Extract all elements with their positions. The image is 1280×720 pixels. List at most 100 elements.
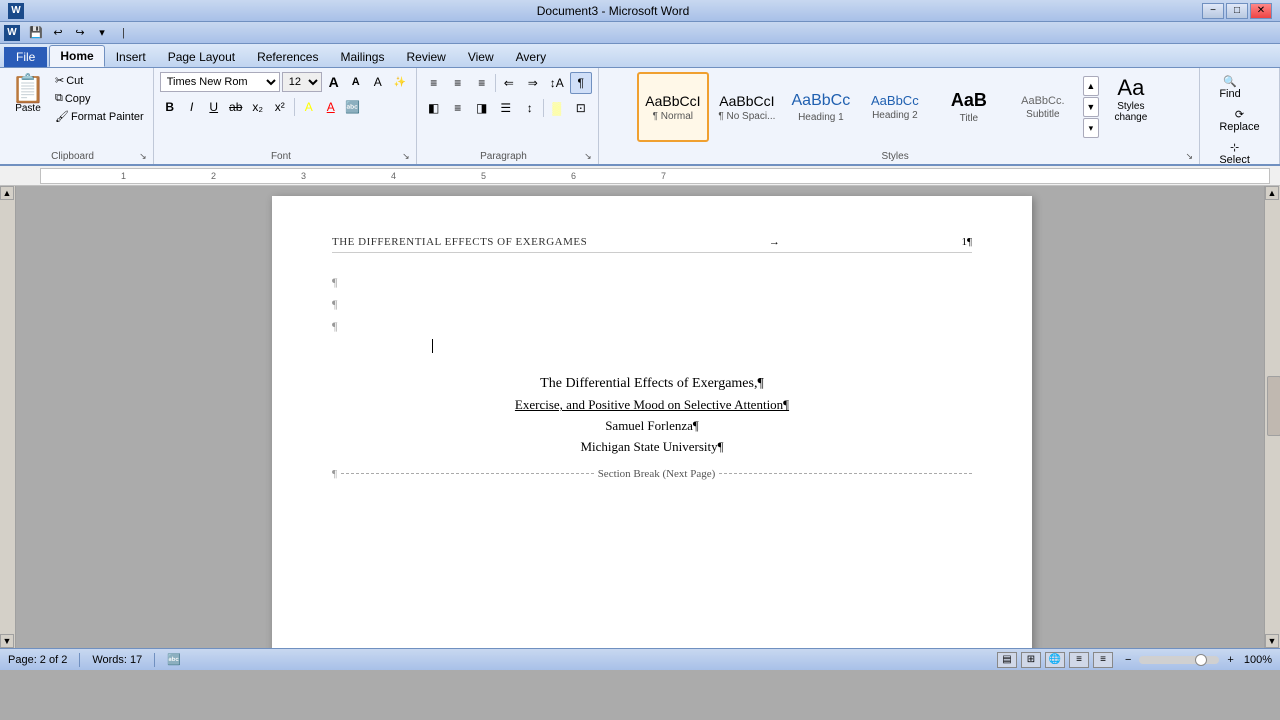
find-label: Find	[1219, 88, 1240, 100]
save-button[interactable]: 💾	[26, 24, 46, 42]
tab-review[interactable]: Review	[395, 46, 456, 67]
app-icon: W	[4, 25, 20, 41]
document-page: THE DIFFERENTIAL EFFECTS OF EXERGAMES → …	[272, 196, 1032, 648]
outline-view-button[interactable]: ≡	[1069, 652, 1089, 668]
scroll-up-button[interactable]: ▲	[1265, 186, 1279, 200]
style-normal[interactable]: AaBbCcI ¶ Normal	[637, 72, 709, 142]
replace-button[interactable]: ⟳ Replace	[1214, 105, 1264, 136]
font-grow-button[interactable]: A	[324, 72, 344, 92]
draft-view-button[interactable]: ≡	[1093, 652, 1113, 668]
align-right-button[interactable]: ◨	[471, 97, 493, 119]
font-clear-button[interactable]: A	[368, 72, 388, 92]
tab-mailings[interactable]: Mailings	[329, 46, 395, 67]
ruler-mark-6: 6	[571, 171, 576, 181]
font-name-select[interactable]: Times New Rom	[160, 72, 280, 92]
editing-content: 🔍 Find ⟳ Replace ⊹ Select	[1214, 72, 1264, 169]
cut-button[interactable]: ✂ Cut	[52, 72, 147, 89]
increase-indent-button[interactable]: ⇒	[522, 72, 544, 94]
styles-scroll-more[interactable]: ▾	[1083, 118, 1099, 138]
justify-button[interactable]: ☰	[495, 97, 517, 119]
multilevel-button[interactable]: ≡	[471, 72, 493, 94]
document-scroll-area[interactable]: THE DIFFERENTIAL EFFECTS OF EXERGAMES → …	[40, 186, 1264, 648]
decrease-indent-button[interactable]: ⇐	[498, 72, 520, 94]
show-marks-button[interactable]: ¶	[570, 72, 592, 94]
superscript-button[interactable]: x²	[270, 97, 290, 117]
copy-icon: ⧉	[55, 92, 63, 105]
minimize-button[interactable]: −	[1202, 3, 1224, 19]
align-left-button[interactable]: ◧	[423, 97, 445, 119]
font-shrink-button[interactable]: A	[346, 72, 366, 92]
font-expand-icon[interactable]: ↘	[402, 151, 410, 162]
zoom-slider[interactable]	[1139, 656, 1219, 664]
web-layout-button[interactable]: 🌐	[1045, 652, 1065, 668]
styles-gallery: AaBbCcI ¶ Normal AaBbCcI ¶ No Spaci... A…	[637, 72, 1099, 142]
align-center-button[interactable]: ≡	[447, 97, 469, 119]
style-no-spacing-preview: AaBbCcI	[719, 93, 774, 109]
shading-button[interactable]: ▓	[546, 97, 568, 119]
style-heading1[interactable]: AaBbCc Heading 1	[785, 72, 857, 142]
font-size-select[interactable]: 12	[282, 72, 322, 92]
paragraph-content: ≡ ≡ ≡ ⇐ ⇒ ↕A ¶ ◧ ≡ ◨ ☰ ↕ ▓ ⊡	[423, 72, 592, 149]
italic-button[interactable]: I	[182, 97, 202, 117]
zoom-in-button[interactable]: +	[1227, 654, 1233, 666]
undo-button[interactable]: ↩	[48, 24, 68, 42]
numbering-button[interactable]: ≡	[447, 72, 469, 94]
strikethrough-button[interactable]: ab	[226, 97, 246, 117]
zoom-out-button[interactable]: −	[1125, 654, 1131, 666]
text-highlight-button[interactable]: A	[299, 97, 319, 117]
restore-button[interactable]: □	[1226, 3, 1248, 19]
scroll-left-up[interactable]: ▲	[0, 186, 14, 200]
tab-insert[interactable]: Insert	[105, 46, 157, 67]
page-info: Page: 2 of 2	[8, 654, 67, 666]
find-button[interactable]: 🔍 Find	[1214, 72, 1245, 103]
styles-expand-icon[interactable]: ↘	[1185, 151, 1193, 162]
print-layout-button[interactable]: ▤	[997, 652, 1017, 668]
style-no-spacing[interactable]: AaBbCcI ¶ No Spaci...	[711, 72, 783, 142]
char-shade-button[interactable]: 🔤	[343, 97, 363, 117]
scroll-left-down[interactable]: ▼	[0, 634, 14, 648]
replace-icon: ⟳	[1235, 108, 1244, 121]
copy-button[interactable]: ⧉ Copy	[52, 90, 147, 107]
select-button[interactable]: ⊹ Select	[1214, 138, 1255, 169]
style-title[interactable]: AaB Title	[933, 72, 1005, 142]
tab-avery[interactable]: Avery	[505, 46, 557, 67]
styles-scroll-down[interactable]: ▼	[1083, 97, 1099, 117]
vertical-scroll: ▲ ▼	[1265, 186, 1280, 648]
close-button[interactable]: ✕	[1250, 3, 1272, 19]
underline-button[interactable]: U	[204, 97, 224, 117]
titlebar-controls: − □ ✕	[1202, 3, 1272, 19]
doc-author-line: Samuel Forlenza¶	[332, 416, 972, 437]
paragraph-expand-icon[interactable]: ↘	[584, 151, 592, 162]
scroll-down-button[interactable]: ▼	[1265, 634, 1279, 648]
zoom-percent[interactable]: 100%	[1244, 654, 1272, 666]
font-group: Times New Rom 12 A A A ✨ B I U ab x₂ x² …	[154, 68, 417, 164]
style-normal-preview: AaBbCcI	[645, 93, 700, 109]
sort-button[interactable]: ↕A	[546, 72, 568, 94]
subscript-button[interactable]: x₂	[248, 97, 268, 117]
bullets-button[interactable]: ≡	[423, 72, 445, 94]
redo-button[interactable]: ↪	[70, 24, 90, 42]
borders-button[interactable]: ⊡	[570, 97, 592, 119]
clipboard-expand-icon[interactable]: ↘	[139, 151, 147, 162]
view-buttons: ▤ ⊞ 🌐 ≡ ≡	[997, 652, 1113, 668]
style-subtitle[interactable]: AaBbCc. Subtitle	[1007, 72, 1079, 142]
font-color-button[interactable]: A	[321, 97, 341, 117]
full-reading-button[interactable]: ⊞	[1021, 652, 1041, 668]
status-divider2	[154, 653, 155, 667]
style-heading2[interactable]: AaBbCc Heading 2	[859, 72, 931, 142]
styles-scroll-up[interactable]: ▲	[1083, 76, 1099, 96]
tab-references[interactable]: References	[246, 46, 329, 67]
text-effects-button[interactable]: ✨	[390, 72, 410, 92]
tab-home[interactable]: Home	[49, 45, 104, 67]
line-spacing-button[interactable]: ↕	[519, 97, 541, 119]
tab-view[interactable]: View	[457, 46, 505, 67]
scroll-thumb[interactable]	[1267, 376, 1280, 436]
document-content[interactable]: The Differential Effects of Exergames,¶ …	[332, 373, 972, 458]
customize-qa-button[interactable]: ▾	[92, 24, 112, 42]
tab-page-layout[interactable]: Page Layout	[157, 46, 246, 67]
tab-file[interactable]: File	[4, 47, 47, 67]
change-styles-button[interactable]: Aa Styles change	[1101, 72, 1161, 126]
bold-button[interactable]: B	[160, 97, 180, 117]
paste-button[interactable]: 📋 Paste	[6, 72, 50, 117]
format-painter-button[interactable]: 🖌 Format Painter	[52, 108, 147, 125]
